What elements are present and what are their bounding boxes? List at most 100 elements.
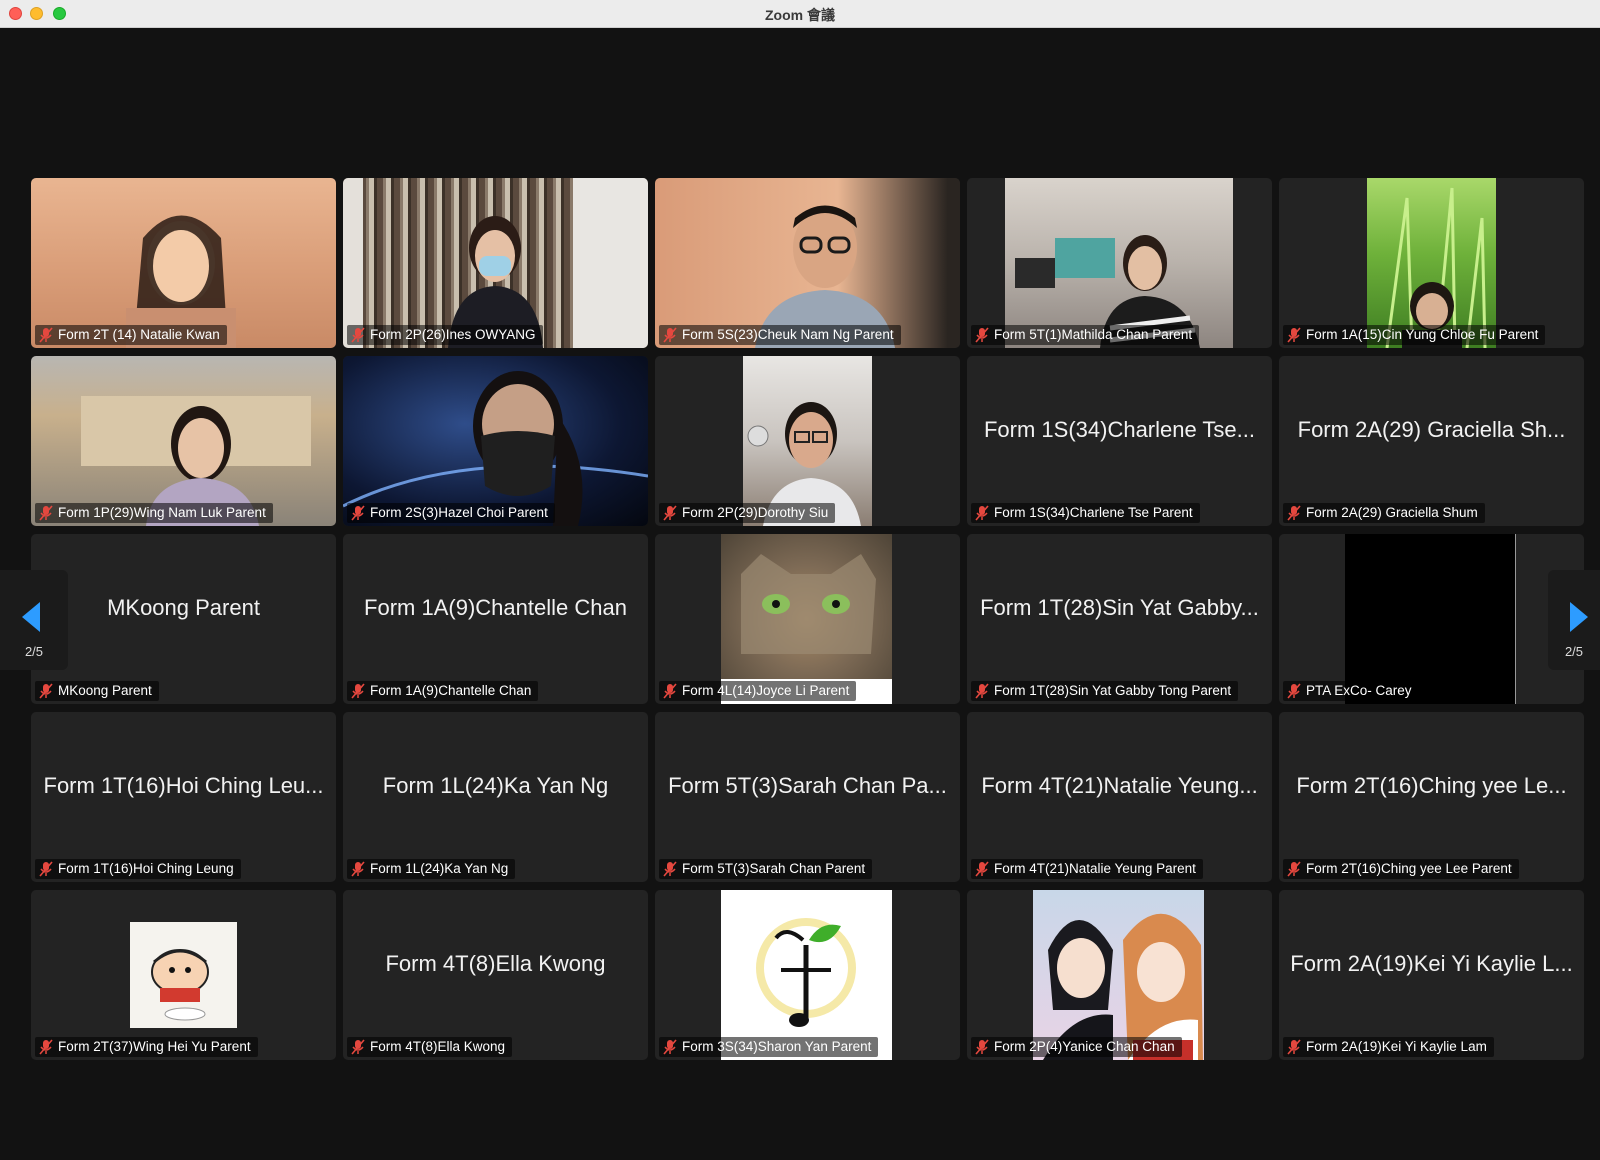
- video-feed: [31, 178, 336, 348]
- muted-mic-icon: [39, 505, 53, 521]
- participant-name: Form 2T (14) Natalie Kwan: [58, 327, 220, 342]
- video-feed: [1345, 534, 1516, 704]
- muted-mic-icon: [351, 1039, 365, 1055]
- participant-name-label: Form 4T(8)Ella Kwong: [347, 1037, 513, 1057]
- participant-tile[interactable]: Form 1A(15)Cin Yung Chloe Fu Parent: [1279, 178, 1584, 348]
- muted-mic-icon: [1287, 505, 1301, 521]
- participant-tile[interactable]: Form 5T(3)Sarah Chan Pa... Form 5T(3)Sar…: [655, 712, 960, 882]
- participant-tile[interactable]: Form 2T(37)Wing Hei Yu Parent: [31, 890, 336, 1060]
- muted-mic-icon: [1287, 327, 1301, 343]
- participant-display-name: Form 2A(29) Graciella Sh...: [1297, 417, 1566, 442]
- participant-tile[interactable]: MKoong Parent MKoong Parent: [31, 534, 336, 704]
- participant-tile[interactable]: PTA ExCo- Carey: [1279, 534, 1584, 704]
- participant-display-name: Form 1T(16)Hoi Ching Leu...: [43, 773, 324, 798]
- participant-name: Form 2T(37)Wing Hei Yu Parent: [58, 1039, 251, 1054]
- page-indicator: 2/5: [1564, 644, 1584, 659]
- video-feed: [1005, 178, 1233, 348]
- participant-tile[interactable]: Form 3S(34)Sharon Yan Parent: [655, 890, 960, 1060]
- muted-mic-icon: [351, 505, 365, 521]
- participant-tile[interactable]: Form 4T(8)Ella Kwong Form 4T(8)Ella Kwon…: [343, 890, 648, 1060]
- next-page-button[interactable]: 2/5: [1548, 570, 1600, 670]
- participant-name-label: Form 2T(16)Ching yee Lee Parent: [1283, 859, 1519, 879]
- participant-tile[interactable]: Form 1P(29)Wing Nam Luk Parent: [31, 356, 336, 526]
- participant-tile[interactable]: Form 1A(9)Chantelle Chan Form 1A(9)Chant…: [343, 534, 648, 704]
- participant-name-label: Form 2P(4)Yanice Chan Chan: [971, 1037, 1182, 1057]
- participant-name: Form 4T(8)Ella Kwong: [370, 1039, 506, 1054]
- profile-picture: [721, 534, 892, 704]
- muted-mic-icon: [975, 861, 989, 877]
- participant-display-name: Form 2T(16)Ching yee Le...: [1296, 773, 1567, 798]
- participant-name: Form 1A(9)Chantelle Chan: [370, 683, 532, 698]
- gallery-grid: Form 2T (14) Natalie Kwan Form 2P(26)Ine…: [31, 178, 1584, 1064]
- participant-display-name: Form 5T(3)Sarah Chan Pa...: [668, 773, 947, 798]
- profile-picture: [1033, 890, 1204, 1060]
- participant-name-label: Form 2T (14) Natalie Kwan: [35, 325, 227, 345]
- participant-display-name: Form 1A(9)Chantelle Chan: [364, 595, 627, 620]
- participant-tile[interactable]: Form 1T(16)Hoi Ching Leu... Form 1T(16)H…: [31, 712, 336, 882]
- video-feed: [343, 356, 648, 526]
- previous-page-button[interactable]: 2/5: [0, 570, 68, 670]
- participant-tile[interactable]: Form 1S(34)Charlene Tse... Form 1S(34)Ch…: [967, 356, 1272, 526]
- participant-display-name: Form 4T(8)Ella Kwong: [385, 951, 606, 976]
- participant-name: Form 5T(3)Sarah Chan Parent: [682, 861, 866, 876]
- participant-name: Form 1T(28)Sin Yat Gabby Tong Parent: [994, 683, 1232, 698]
- muted-mic-icon: [351, 327, 365, 343]
- participant-name-label: Form 2P(26)Ines OWYANG: [347, 325, 543, 345]
- participant-name-label: Form 2P(29)Dorothy Siu: [659, 503, 836, 523]
- participant-name: Form 2P(4)Yanice Chan Chan: [994, 1039, 1175, 1054]
- participant-name: Form 1A(15)Cin Yung Chloe Fu Parent: [1306, 327, 1539, 342]
- muted-mic-icon: [663, 861, 677, 877]
- participant-name-label: Form 1T(16)Hoi Ching Leung: [35, 859, 241, 879]
- participant-name: Form 2A(19)Kei Yi Kaylie Lam: [1306, 1039, 1487, 1054]
- participant-name-label: Form 1A(9)Chantelle Chan: [347, 681, 539, 701]
- muted-mic-icon: [975, 683, 989, 699]
- participant-display-name: Form 1T(28)Sin Yat Gabby...: [980, 595, 1259, 620]
- participant-tile[interactable]: Form 5S(23)Cheuk Nam Ng Parent: [655, 178, 960, 348]
- title-bar: Zoom 會議: [0, 0, 1600, 28]
- participant-name-label: Form 1S(34)Charlene Tse Parent: [971, 503, 1200, 523]
- muted-mic-icon: [1287, 683, 1301, 699]
- participant-tile[interactable]: Form 1L(24)Ka Yan Ng Form 1L(24)Ka Yan N…: [343, 712, 648, 882]
- participant-tile[interactable]: Form 5T(1)Mathilda Chan Parent: [967, 178, 1272, 348]
- zoom-window: Zoom 會議 Form 2T (14) Natalie Kwan Form 2…: [0, 0, 1600, 1160]
- participant-tile[interactable]: Form 4T(21)Natalie Yeung... Form 4T(21)N…: [967, 712, 1272, 882]
- muted-mic-icon: [39, 327, 53, 343]
- participant-display-name: Form 4T(21)Natalie Yeung...: [981, 773, 1258, 798]
- participant-name-label: Form 1P(29)Wing Nam Luk Parent: [35, 503, 273, 523]
- participant-name: Form 2T(16)Ching yee Lee Parent: [1306, 861, 1512, 876]
- muted-mic-icon: [975, 1039, 989, 1055]
- participant-name-label: Form 4L(14)Joyce Li Parent: [659, 681, 857, 701]
- participant-name-label: Form 1A(15)Cin Yung Chloe Fu Parent: [1283, 325, 1546, 345]
- participant-tile[interactable]: Form 1T(28)Sin Yat Gabby... Form 1T(28)S…: [967, 534, 1272, 704]
- participant-name-label: Form 5T(1)Mathilda Chan Parent: [971, 325, 1200, 345]
- participant-name: Form 5S(23)Cheuk Nam Ng Parent: [682, 327, 894, 342]
- participant-name: Form 2A(29) Graciella Shum: [1306, 505, 1478, 520]
- muted-mic-icon: [975, 505, 989, 521]
- participant-name: Form 3S(34)Sharon Yan Parent: [682, 1039, 872, 1054]
- muted-mic-icon: [663, 683, 677, 699]
- participant-tile[interactable]: Form 2A(29) Graciella Sh... Form 2A(29) …: [1279, 356, 1584, 526]
- muted-mic-icon: [1287, 1039, 1301, 1055]
- left-arrow-icon: [22, 602, 40, 632]
- participant-name: Form 1S(34)Charlene Tse Parent: [994, 505, 1193, 520]
- participant-tile[interactable]: Form 2P(29)Dorothy Siu: [655, 356, 960, 526]
- participant-name-label: Form 2A(29) Graciella Shum: [1283, 503, 1485, 523]
- participant-tile[interactable]: Form 2T (14) Natalie Kwan: [31, 178, 336, 348]
- participant-display-name: Form 1L(24)Ka Yan Ng: [382, 773, 609, 798]
- participant-tile[interactable]: Form 2S(3)Hazel Choi Parent: [343, 356, 648, 526]
- muted-mic-icon: [351, 861, 365, 877]
- participant-name-label: Form 5T(3)Sarah Chan Parent: [659, 859, 873, 879]
- profile-picture: [130, 922, 237, 1028]
- participant-tile[interactable]: Form 2P(4)Yanice Chan Chan: [967, 890, 1272, 1060]
- participant-display-name: Form 1S(34)Charlene Tse...: [983, 417, 1256, 442]
- participant-name: Form 2S(3)Hazel Choi Parent: [370, 505, 548, 520]
- participant-tile[interactable]: Form 2P(26)Ines OWYANG: [343, 178, 648, 348]
- participant-name: MKoong Parent: [58, 683, 152, 698]
- participant-tile[interactable]: Form 2A(19)Kei Yi Kaylie L... Form 2A(19…: [1279, 890, 1584, 1060]
- participant-tile[interactable]: Form 4L(14)Joyce Li Parent: [655, 534, 960, 704]
- muted-mic-icon: [663, 1039, 677, 1055]
- page-indicator: 2/5: [24, 644, 44, 659]
- participant-name: Form 1L(24)Ka Yan Ng: [370, 861, 509, 876]
- participant-tile[interactable]: Form 2T(16)Ching yee Le... Form 2T(16)Ch…: [1279, 712, 1584, 882]
- participant-name-label: Form 1L(24)Ka Yan Ng: [347, 859, 516, 879]
